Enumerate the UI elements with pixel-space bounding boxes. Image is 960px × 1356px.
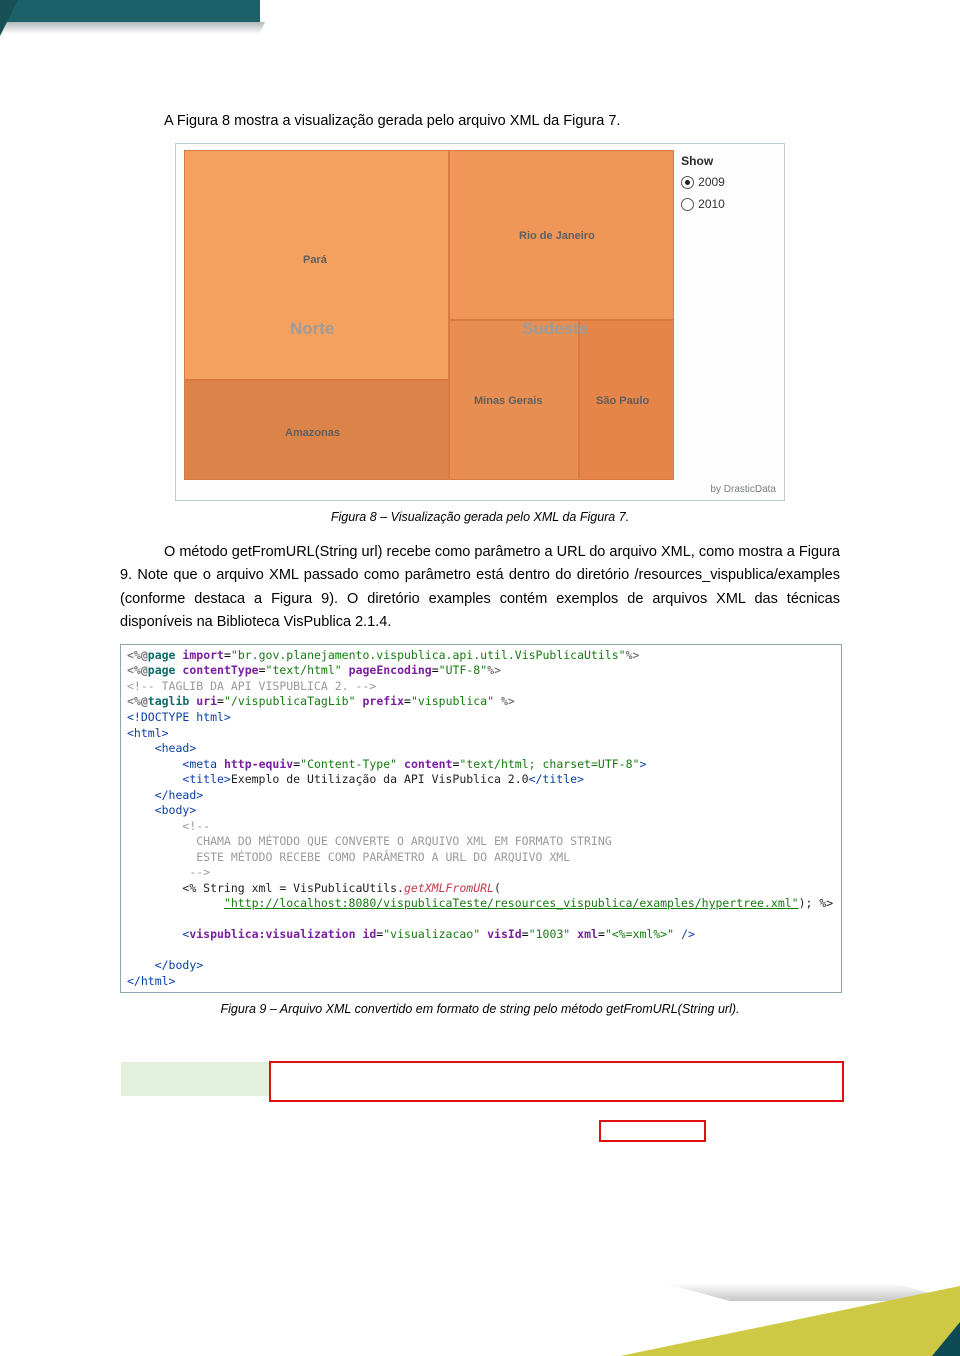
label-state-rio: Rio de Janeiro — [519, 228, 595, 246]
footer-ornament — [620, 1286, 960, 1356]
figure-8-caption: Figura 8 – Visualização gerada pelo XML … — [120, 507, 840, 527]
figure-9-caption: Figura 9 – Arquivo XML convertido em for… — [120, 999, 840, 1019]
radio-2009[interactable]: 2009 — [681, 173, 776, 192]
figure-9-code: <%@page import="br.gov.planejamento.visp… — [120, 644, 842, 993]
label-region-sudeste: Sudeste — [522, 315, 588, 342]
highlight-box-2 — [599, 1120, 706, 1142]
treemap-controls: Show 2009 2010 — [681, 150, 776, 480]
intro-p1: A Figura 8 mostra a visualização gerada … — [120, 110, 840, 133]
highlight-box-1 — [269, 1061, 844, 1102]
label-state-amazonas: Amazonas — [285, 425, 340, 443]
label-state-minas: Minas Gerais — [474, 393, 542, 411]
code-content: <%@page import="br.gov.planejamento.visp… — [121, 645, 841, 992]
header-ornament — [0, 0, 260, 36]
credit-text: by DrasticData — [184, 482, 776, 498]
figure-8: Norte Sudeste Pará Amazonas Rio de Janei… — [175, 143, 785, 501]
label-region-norte: Norte — [290, 315, 334, 342]
label-state-sp: São Paulo — [596, 393, 649, 411]
intro-p2: O método getFromURL(String url) recebe c… — [120, 541, 840, 634]
radio-2010-label: 2010 — [698, 195, 725, 214]
radio-2010[interactable]: 2010 — [681, 195, 776, 214]
treemap: Norte Sudeste Pará Amazonas Rio de Janei… — [184, 150, 673, 480]
show-label: Show — [681, 152, 776, 171]
label-state-para: Pará — [303, 252, 327, 270]
radio-2009-label: 2009 — [698, 173, 725, 192]
